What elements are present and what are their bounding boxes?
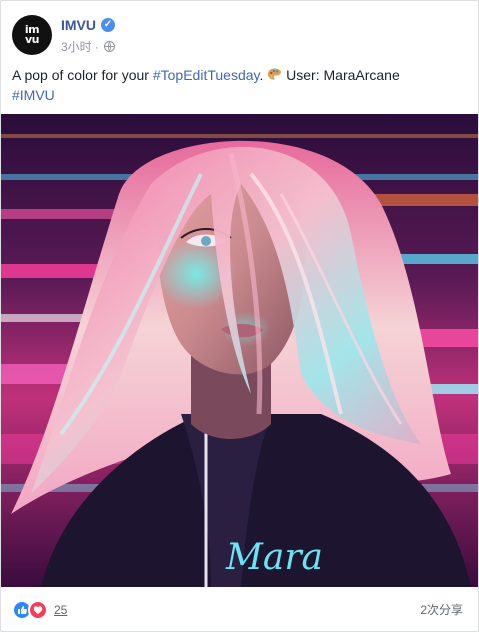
meta-separator: · [94,39,99,54]
verified-check-icon: ✓ [101,18,115,32]
post-card: im vu IMVU ✓ 3小时 · A pop of color for yo… [0,0,479,632]
post-footer: 25 2次分享 [1,587,478,631]
post-header: im vu IMVU ✓ 3小时 · [12,13,467,57]
post-image-artwork: Mara [1,114,478,587]
post-image[interactable]: Mara [1,114,478,587]
page-name-row: IMVU ✓ [61,17,115,33]
post-text-part2: . [259,67,268,83]
post-meta: 3小时 · [61,38,115,55]
post-text-part1: A pop of color for your [12,67,153,83]
reaction-count[interactable]: 25 [54,603,67,617]
post-text: A pop of color for your #TopEditTuesday.… [12,65,467,105]
artist-palette-emoji-icon [268,68,282,80]
artwork-signature: Mara [225,537,323,578]
love-icon [28,600,48,620]
hashtag-topedittuesday[interactable]: #TopEditTuesday [153,67,260,83]
post-text-part3: User: MaraArcane [282,67,400,83]
share-count[interactable]: 2次分享 [420,601,463,618]
globe-icon[interactable] [103,41,115,52]
page-avatar[interactable]: im vu [12,15,52,55]
page-name-link[interactable]: IMVU [61,17,96,33]
avatar-text-bottom: vu [24,33,40,46]
reactions-summary[interactable]: 25 [12,600,67,620]
hashtag-imvu[interactable]: #IMVU [12,87,55,103]
post-timestamp[interactable]: 3小时 [61,38,92,55]
